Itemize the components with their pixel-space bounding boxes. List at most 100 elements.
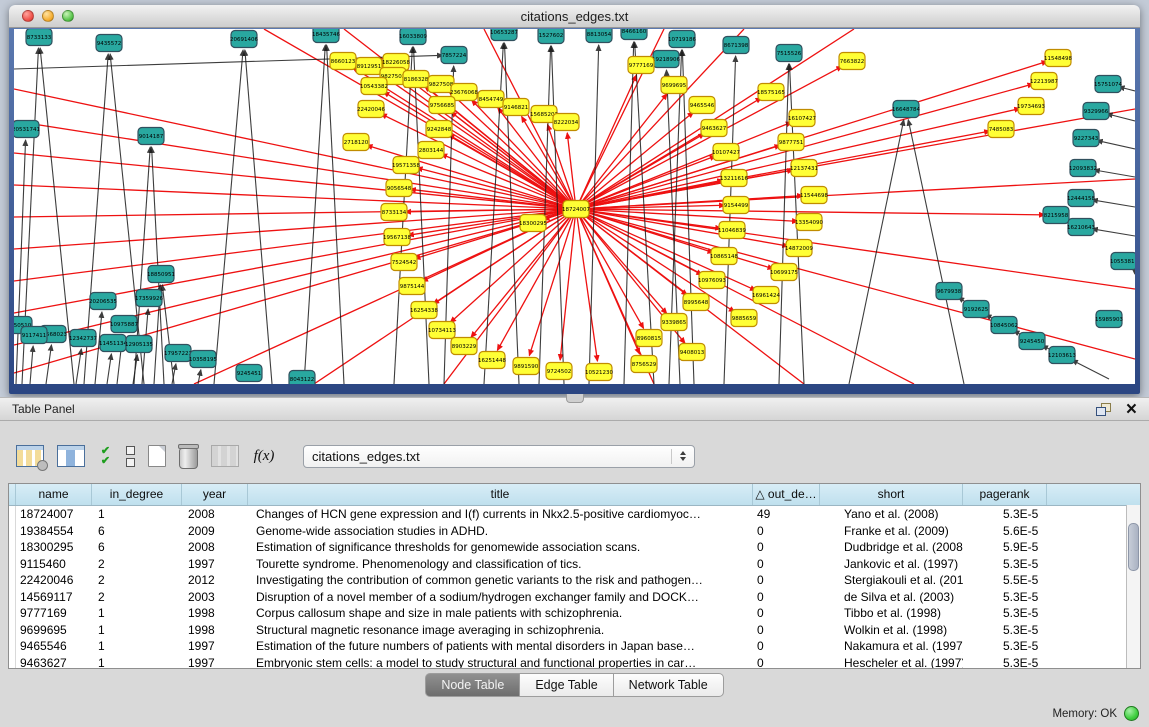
- table-cell[interactable]: 0: [753, 622, 820, 639]
- graph-node[interactable]: 11544698: [800, 187, 828, 204]
- table-cell[interactable]: 9465546: [16, 638, 92, 655]
- graph-node[interactable]: 8813054: [586, 29, 612, 43]
- table-cell[interactable]: 2003: [182, 589, 248, 606]
- table-cell[interactable]: Embryonic stem cells: a model to study s…: [248, 655, 753, 670]
- float-panel-icon[interactable]: [1096, 403, 1111, 416]
- graph-node[interactable]: 16254338: [410, 302, 438, 319]
- table-cell[interactable]: 1: [92, 638, 182, 655]
- graph-node[interactable]: 9245451: [236, 365, 262, 382]
- graph-node[interactable]: 18724007: [562, 201, 590, 218]
- graph-node[interactable]: 8186328: [403, 71, 429, 88]
- table-cell[interactable]: 0: [753, 556, 820, 573]
- graph-node[interactable]: 10107427: [712, 144, 740, 161]
- column-header[interactable]: name: [16, 484, 92, 505]
- graph-node[interactable]: 10975887: [110, 316, 138, 333]
- table-row[interactable]: 911546021997Tourette syndrome. Phenomeno…: [9, 556, 1140, 573]
- zoom-window-button[interactable]: [62, 10, 74, 22]
- table-settings-icon[interactable]: [16, 445, 44, 467]
- graph-node[interactable]: 19571358: [392, 157, 420, 174]
- graph-node[interactable]: 10358195: [189, 351, 217, 368]
- table-cell[interactable]: 5.3E-5: [963, 655, 1047, 670]
- table-cell[interactable]: 1: [92, 622, 182, 639]
- graph-node[interactable]: 19218906: [652, 51, 680, 68]
- graph-node[interactable]: 10845062: [990, 317, 1018, 334]
- graph-node[interactable]: 16251448: [478, 352, 506, 369]
- citation-network-graph[interactable]: 8733133943557220691406184357461603380978…: [14, 29, 1135, 384]
- table-cell[interactable]: Hescheler et al. (1997): [820, 655, 963, 670]
- graph-node[interactable]: 10865148: [710, 248, 738, 265]
- table-cell[interactable]: 1: [92, 655, 182, 670]
- table-cell[interactable]: 14569117: [16, 589, 92, 606]
- graph-node[interactable]: 20206535: [89, 293, 117, 310]
- table-cell[interactable]: 5.3E-5: [963, 622, 1047, 639]
- table-cell[interactable]: 1998: [182, 622, 248, 639]
- graph-node[interactable]: 7524542: [391, 254, 417, 271]
- graph-node[interactable]: 20531741: [14, 121, 40, 138]
- graph-node[interactable]: 9192625: [963, 301, 989, 318]
- table-cell[interactable]: 5.3E-5: [963, 556, 1047, 573]
- table-cell[interactable]: Wolkin et al. (1998): [820, 622, 963, 639]
- table-cell[interactable]: 5.3E-5: [963, 506, 1047, 523]
- graph-node[interactable]: 9339865: [661, 314, 687, 331]
- table-cell[interactable]: 5.3E-5: [963, 589, 1047, 606]
- table-cell[interactable]: Nakamura et al. (1997): [820, 638, 963, 655]
- table-cell[interactable]: 22420046: [16, 572, 92, 589]
- table-cell[interactable]: 5.3E-5: [963, 605, 1047, 622]
- graph-node[interactable]: 2718120: [343, 134, 369, 151]
- graph-node[interactable]: 7857224: [441, 47, 467, 64]
- vertical-scrollbar[interactable]: [1126, 505, 1140, 668]
- graph-node[interactable]: 18300295: [519, 215, 547, 232]
- table-cell[interactable]: Tibbo et al. (1998): [820, 605, 963, 622]
- table-cell[interactable]: de Silva et al. (2003): [820, 589, 963, 606]
- graph-node[interactable]: 9679938: [936, 283, 962, 300]
- graph-node[interactable]: 8222034: [553, 114, 579, 131]
- table-cell[interactable]: 9699695: [16, 622, 92, 639]
- table-row[interactable]: 2242004622012Investigating the contribut…: [9, 572, 1140, 589]
- graph-node[interactable]: 17359926: [135, 290, 163, 307]
- column-header[interactable]: short: [820, 484, 963, 505]
- graph-node[interactable]: 8733133: [26, 29, 52, 46]
- column-header[interactable]: △ out_de…: [753, 484, 820, 505]
- function-builder-icon[interactable]: f(x): [252, 448, 276, 465]
- table-cell[interactable]: 9463627: [16, 655, 92, 670]
- table-cell[interactable]: 0: [753, 589, 820, 606]
- graph-node[interactable]: 8043122: [289, 371, 315, 385]
- graph-node[interactable]: 8903229: [451, 338, 477, 355]
- table-cell[interactable]: 0: [753, 523, 820, 540]
- table-cell[interactable]: Jankovic et al. (1997): [820, 556, 963, 573]
- graph-node[interactable]: 8756529: [631, 356, 657, 373]
- table-cell[interactable]: 6: [92, 523, 182, 540]
- table-row[interactable]: 1872400712008Changes of HCN gene express…: [9, 506, 1140, 523]
- table-cell[interactable]: Investigating the contribution of common…: [248, 572, 753, 589]
- table-cell[interactable]: 2: [92, 572, 182, 589]
- table-cell[interactable]: 5.5E-5: [963, 572, 1047, 589]
- graph-node[interactable]: 12905135: [125, 336, 153, 353]
- table-row[interactable]: 946554611997Estimation of the future num…: [9, 638, 1140, 655]
- table-cell[interactable]: 1: [92, 506, 182, 523]
- graph-node[interactable]: 16107427: [788, 110, 816, 127]
- table-cell[interactable]: 1997: [182, 655, 248, 670]
- table-cell[interactable]: Corpus callosum shape and size in male p…: [248, 605, 753, 622]
- graph-node[interactable]: 8960815: [636, 330, 662, 347]
- graph-node[interactable]: 12342737: [69, 330, 97, 347]
- table-row[interactable]: 1830029562008Estimation of significance …: [9, 539, 1140, 556]
- close-panel-icon[interactable]: ×: [1126, 402, 1137, 417]
- table-cell[interactable]: 5.3E-5: [963, 638, 1047, 655]
- table-cell[interactable]: 5.6E-5: [963, 523, 1047, 540]
- table-cell[interactable]: 18300295: [16, 539, 92, 556]
- graph-node[interactable]: 13354090: [795, 214, 823, 231]
- graph-node[interactable]: 11046839: [718, 222, 746, 239]
- table-cell[interactable]: Changes of HCN gene expression and I(f) …: [248, 506, 753, 523]
- graph-node[interactable]: 9465546: [689, 97, 715, 114]
- graph-node[interactable]: 9329966: [1083, 103, 1109, 120]
- table-cell[interactable]: Yano et al. (2008): [820, 506, 963, 523]
- graph-node[interactable]: 19734693: [1017, 98, 1045, 115]
- graph-node[interactable]: 9724502: [546, 363, 572, 380]
- graph-node[interactable]: 16961424: [752, 287, 780, 304]
- table-cell[interactable]: 49: [753, 506, 820, 523]
- table-cell[interactable]: 2: [92, 556, 182, 573]
- table-cell[interactable]: Estimation of the future numbers of pati…: [248, 638, 753, 655]
- graph-node[interactable]: 22420046: [357, 101, 385, 118]
- graph-node[interactable]: 7485083: [988, 121, 1014, 138]
- graph-node[interactable]: 8733134: [381, 204, 407, 221]
